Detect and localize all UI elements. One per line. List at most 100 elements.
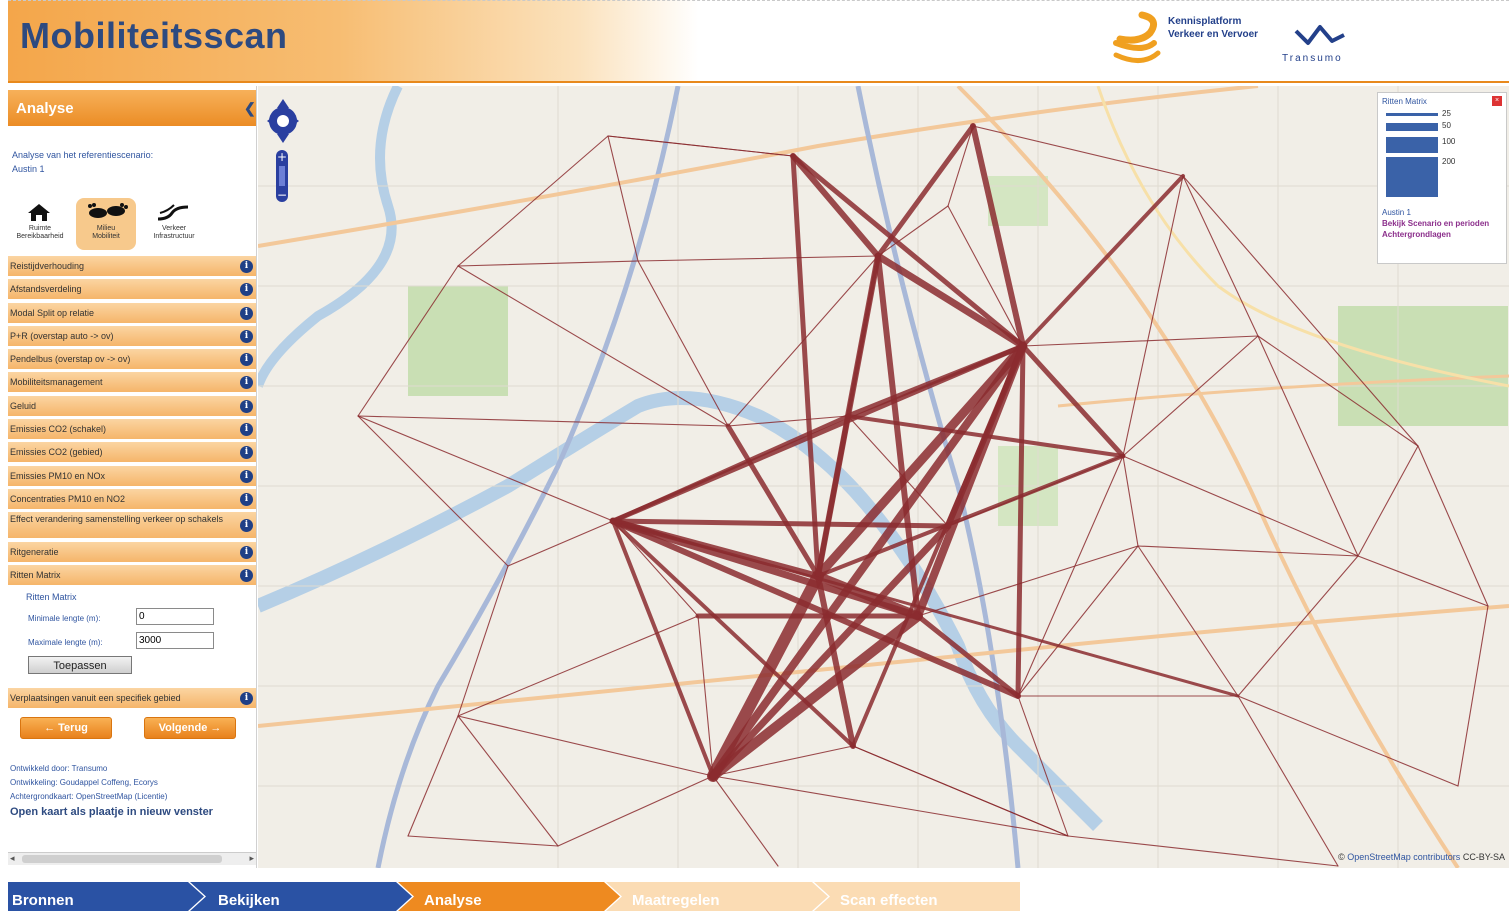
- map-view[interactable]: + − Ritten Matrix × 25 50 100 200 Austin…: [258, 86, 1509, 868]
- menu-item-p-r[interactable]: P+R (overstap auto -> ov) i: [8, 325, 256, 346]
- legend-link-layers[interactable]: Achtergrondlagen: [1382, 229, 1492, 240]
- kennisplatform-name: Kennisplatform Verkeer en Vervoer: [1168, 16, 1259, 40]
- legend-value: 50: [1442, 121, 1451, 130]
- apply-button[interactable]: Toepassen: [28, 656, 132, 674]
- flow-line: [457, 565, 509, 717]
- menu-item-label: Pendelbus (overstap ov -> ov): [10, 354, 131, 365]
- menu-item-modal-split[interactable]: Modal Split op relatie i: [8, 302, 256, 323]
- info-icon[interactable]: i: [240, 469, 253, 483]
- info-icon[interactable]: i: [240, 545, 253, 559]
- flow-line: [972, 125, 1184, 177]
- max-length-input[interactable]: [136, 632, 214, 649]
- flow-line: [1015, 343, 1026, 699]
- close-legend-icon[interactable]: ×: [1492, 96, 1502, 106]
- step-analyse-label-wrap: Analyse: [420, 882, 610, 911]
- flow-line: [712, 775, 1069, 837]
- back-button[interactable]: ← Terug: [20, 717, 112, 739]
- theme-button-milieu[interactable]: Milieu Mobiliteit: [76, 198, 136, 250]
- info-icon[interactable]: i: [240, 446, 253, 460]
- flow-line: [877, 205, 949, 257]
- scenario-name[interactable]: Austin 1: [12, 162, 153, 176]
- credit-line: Achtergrondkaart: OpenStreetMap (Licenti…: [10, 792, 168, 801]
- info-icon[interactable]: i: [240, 568, 253, 582]
- legend-link-scenario[interactable]: Bekijk Scenario en perioden: [1382, 218, 1492, 229]
- svg-text:+: +: [277, 150, 287, 164]
- menu-item-mobiliteitsmanagement[interactable]: Mobiliteitsmanagement i: [8, 372, 256, 393]
- info-icon[interactable]: i: [240, 353, 253, 367]
- scrollbar-thumb[interactable]: [22, 855, 222, 863]
- form-title: Ritten Matrix: [26, 592, 77, 602]
- intro-text: Analyse van het referentiescenario:: [12, 150, 154, 160]
- analysis-menu: Reistijdverhouding i Afstandsverdeling i M…: [8, 256, 256, 588]
- credits: Ontwikkeld door: Transumo Ontwikkeling: …: [10, 762, 167, 804]
- info-icon[interactable]: i: [240, 399, 253, 413]
- info-icon[interactable]: i: [240, 260, 253, 273]
- info-icon[interactable]: i: [240, 423, 253, 437]
- osm-link[interactable]: OpenStreetMap contributors: [1347, 852, 1460, 862]
- menu-item-pm10-nox[interactable]: Emissies PM10 en NOx i: [8, 465, 256, 486]
- map-legend: Ritten Matrix × 25 50 100 200 Austin 1 B…: [1377, 92, 1507, 264]
- menu-item-label: Mobiliteitsmanagement: [10, 377, 103, 388]
- info-icon[interactable]: i: [240, 492, 253, 506]
- app-header: Mobiliteitsscan Kennisplatform Verkeer e…: [8, 0, 1509, 83]
- panel-horizontal-scrollbar[interactable]: ◂ ▸: [8, 852, 256, 865]
- theme-label: Ruimte Bereikbaarheid: [16, 225, 64, 240]
- menu-item-label: P+R (overstap auto -> ov): [10, 330, 114, 341]
- flow-line: [1122, 335, 1259, 457]
- legend-bar: [1386, 123, 1438, 131]
- step-progress-bar: Bronnen Bekijken Analyse Maatregelen Sca…: [8, 882, 1020, 911]
- open-map-image-link[interactable]: Open kaart als plaatje in nieuw venster: [10, 806, 213, 818]
- zoom-slider-icon[interactable]: + −: [272, 150, 292, 202]
- info-icon[interactable]: i: [240, 692, 253, 705]
- menu-item-label: Effect verandering samenstelling verkeer…: [10, 514, 223, 525]
- flow-line: [1067, 835, 1339, 867]
- legend-bar: [1386, 157, 1438, 197]
- menu-item-pendelbus[interactable]: Pendelbus (overstap ov -> ov) i: [8, 349, 256, 370]
- menu-item-label: Concentraties PM10 en NO2: [10, 493, 126, 504]
- step-label: Analyse: [424, 892, 482, 909]
- step-bekijken-label-wrap: Bekijken: [214, 882, 404, 911]
- flow-line: [1021, 174, 1185, 348]
- step-label: Maatregelen: [632, 892, 720, 909]
- footprints-icon: [88, 203, 128, 218]
- legend-value: 200: [1442, 157, 1456, 166]
- menu-item-co2-schakel[interactable]: Emissies CO2 (schakel) i: [8, 419, 256, 440]
- info-icon[interactable]: i: [240, 306, 253, 320]
- scroll-right-icon[interactable]: ▸: [249, 853, 254, 864]
- menu-item-ritgeneratie[interactable]: Ritgeneratie i: [8, 541, 256, 562]
- info-icon[interactable]: i: [240, 519, 253, 533]
- menu-item-reistijdverhouding[interactable]: Reistijdverhouding i: [8, 256, 256, 276]
- flow-line: [507, 520, 614, 567]
- scenario-intro: Analyse van het referentiescenario: Aust…: [12, 148, 153, 176]
- menu-item-ritten-matrix[interactable]: Ritten Matrix i: [8, 564, 256, 585]
- flow-line: [557, 775, 714, 847]
- credit-line: Ontwikkeling: Goudappel Coffeng, Ecorys: [10, 778, 158, 787]
- pan-control-icon[interactable]: [266, 96, 300, 146]
- info-icon[interactable]: i: [240, 376, 253, 390]
- flow-line: [407, 835, 559, 847]
- theme-button-verkeer[interactable]: Verkeer Infrastructuur: [144, 198, 204, 250]
- next-button[interactable]: Volgende →: [144, 717, 236, 739]
- info-icon[interactable]: i: [240, 283, 253, 297]
- theme-button-ruimte[interactable]: Ruimte Bereikbaarheid: [10, 198, 70, 250]
- menu-item-geluid[interactable]: Geluid i: [8, 395, 256, 416]
- ritten-matrix-form: Ritten Matrix Minimale lengte (m): Maxim…: [8, 586, 256, 688]
- flow-line: [1017, 695, 1069, 837]
- min-length-input[interactable]: [136, 608, 214, 625]
- scroll-left-icon[interactable]: ◂: [10, 853, 15, 864]
- menu-item-concentraties[interactable]: Concentraties PM10 en NO2 i: [8, 488, 256, 509]
- step-label: Scan effecten: [840, 892, 938, 909]
- flow-line: [457, 715, 714, 777]
- flow-line: [874, 252, 1027, 350]
- collapse-panel-icon[interactable]: ❮: [244, 100, 256, 116]
- flow-line: [457, 265, 729, 427]
- menu-item-verplaatsingen[interactable]: Verplaatsingen vanuit een specifiek gebi…: [8, 688, 256, 708]
- flow-line: [637, 260, 729, 427]
- panel-header: Analyse ❮: [8, 90, 256, 126]
- info-icon[interactable]: i: [240, 329, 253, 343]
- menu-item-effect-samenstelling[interactable]: Effect verandering samenstelling verkeer…: [8, 512, 256, 539]
- menu-item-co2-gebied[interactable]: Emissies CO2 (gebied) i: [8, 442, 256, 463]
- flow-line: [357, 415, 509, 567]
- menu-item-afstandsverdeling[interactable]: Afstandsverdeling i: [8, 279, 256, 300]
- house-car-icon: [28, 204, 50, 221]
